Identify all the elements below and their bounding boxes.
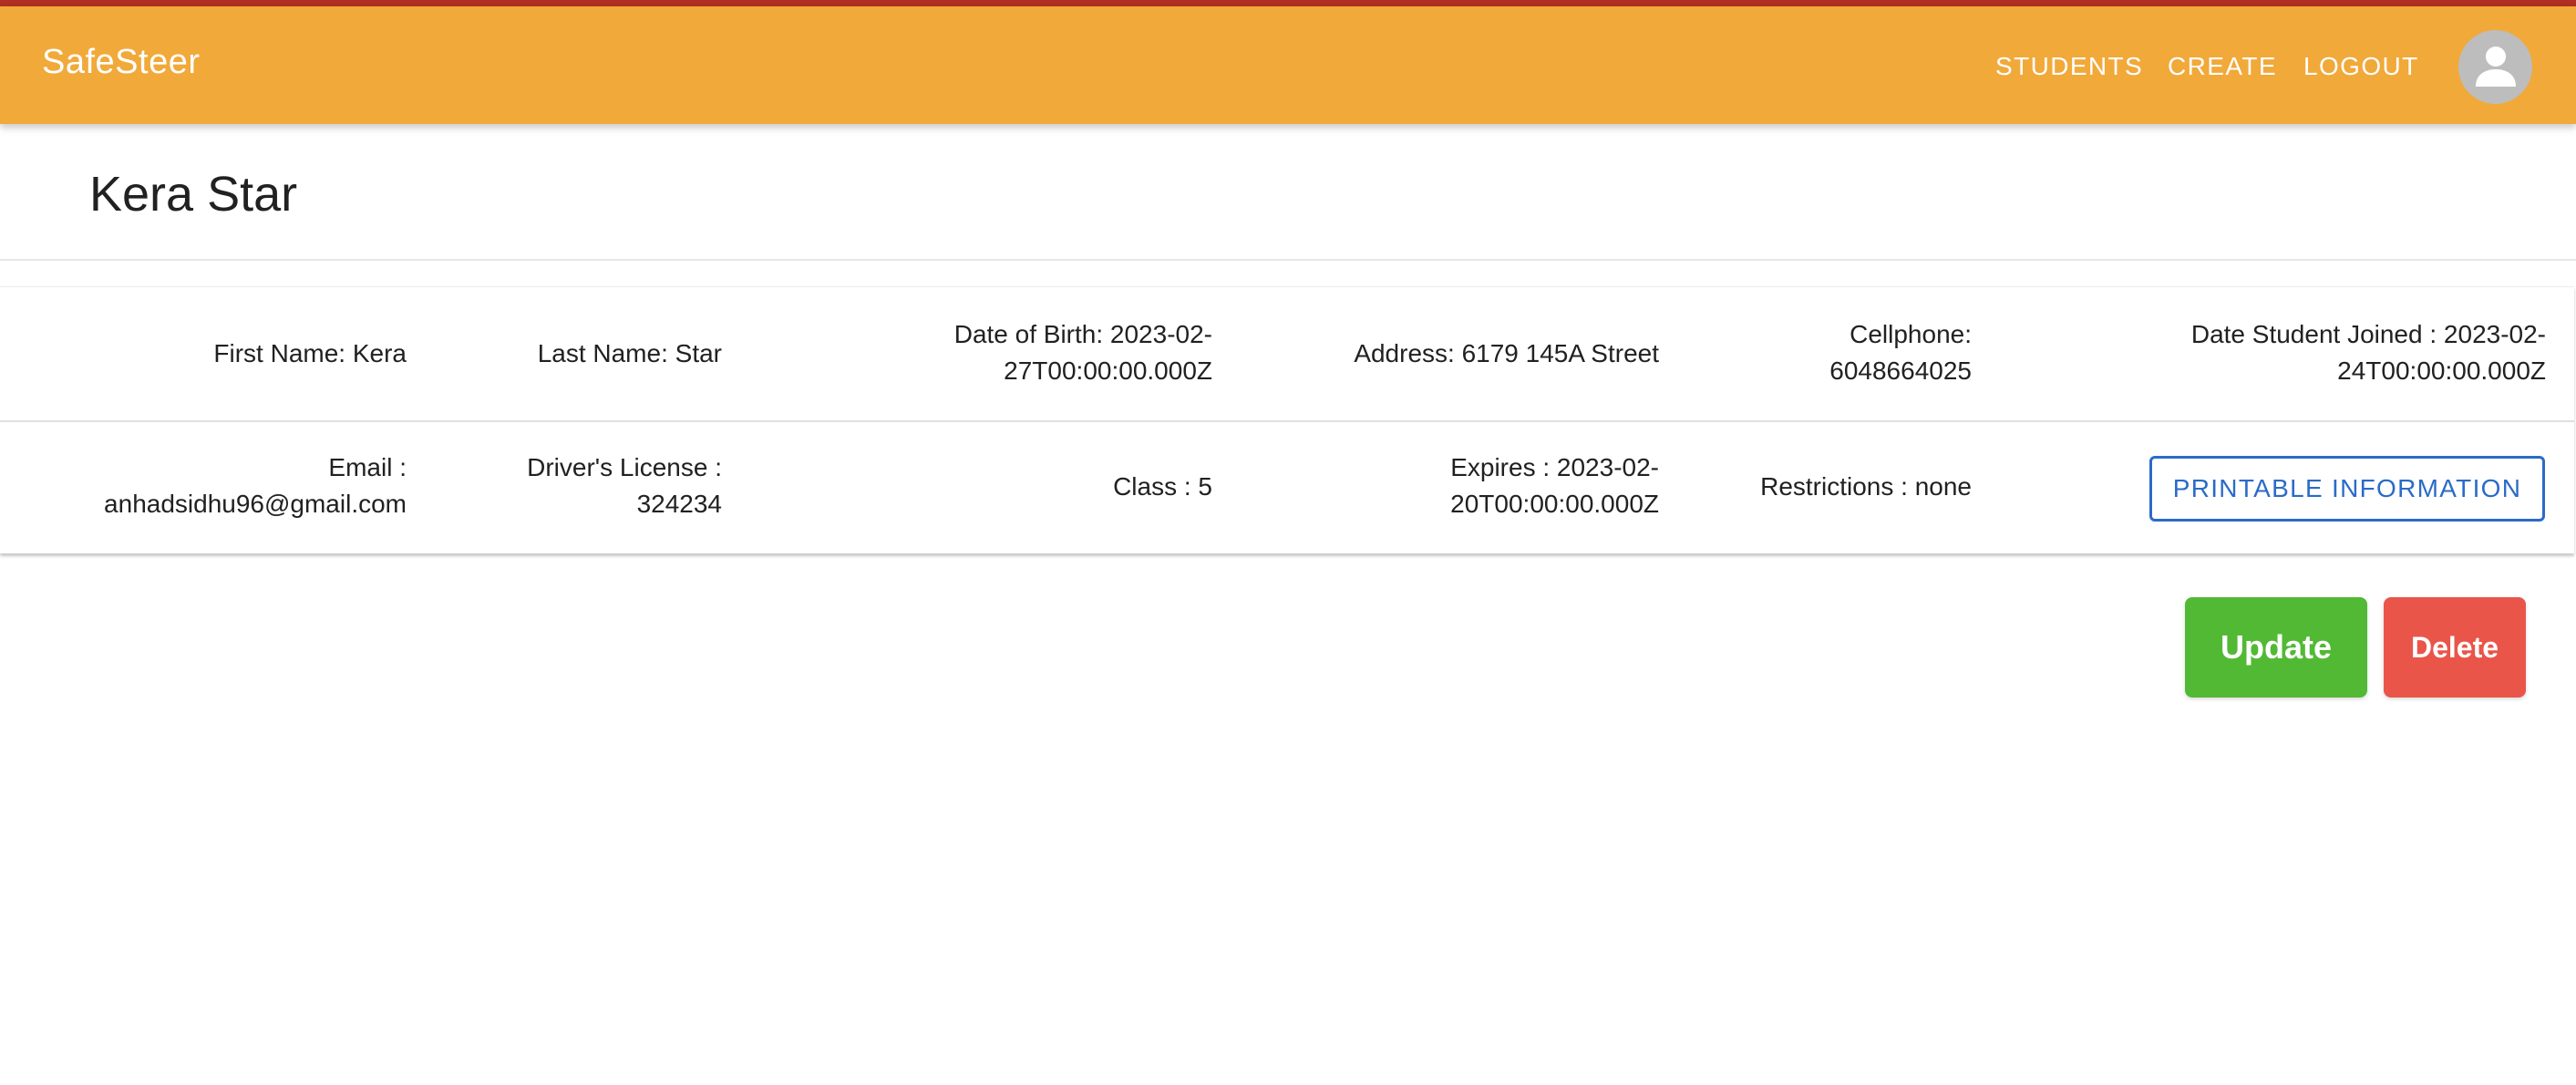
drivers-license-value: Driver's License : 324234 (527, 453, 722, 518)
first-name-value: First Name: Kera (213, 339, 407, 367)
title-divider (0, 259, 2576, 261)
expires-value: Expires : 2023-02- 20T00:00:00.000Z (1450, 453, 1659, 518)
address-value: Address: 6179 145A Street (1354, 339, 1659, 367)
nav-logout-link[interactable]: LOGOUT (2303, 52, 2419, 81)
printable-information-button[interactable]: PRINTABLE INFORMATION (2149, 456, 2545, 522)
delete-button[interactable]: Delete (2384, 597, 2526, 698)
update-button[interactable]: Update (2185, 597, 2367, 698)
email-value: Email : anhadsidhu96@gmail.com (104, 453, 407, 518)
restrictions-value: Restrictions : none (1760, 472, 1972, 501)
class-value: Class : 5 (1113, 472, 1212, 501)
nav-create-link[interactable]: CREATE (2168, 52, 2277, 81)
top-accent-line (0, 0, 2576, 6)
user-avatar[interactable] (2458, 30, 2532, 104)
cellphone-value: Cellphone: 6048664025 (1829, 320, 1972, 385)
date-of-birth-value: Date of Birth: 2023-02- 27T00:00:00.000Z (953, 320, 1212, 385)
person-icon (2476, 46, 2516, 87)
row-divider (0, 420, 2574, 422)
page-title: Kera Star (89, 167, 298, 222)
date-joined-value: Date Student Joined : 2023-02- 24T00:00:… (2190, 320, 2546, 385)
nav-students-link[interactable]: STUDENTS (1995, 52, 2143, 81)
app-bar: SafeSteer STUDENTS CREATE LOGOUT (0, 6, 2576, 124)
last-name-value: Last Name: Star (537, 339, 722, 367)
student-details-card: First Name: Kera Last Name: Star Date of… (0, 286, 2574, 553)
brand-logo-text[interactable]: SafeSteer (42, 43, 201, 82)
